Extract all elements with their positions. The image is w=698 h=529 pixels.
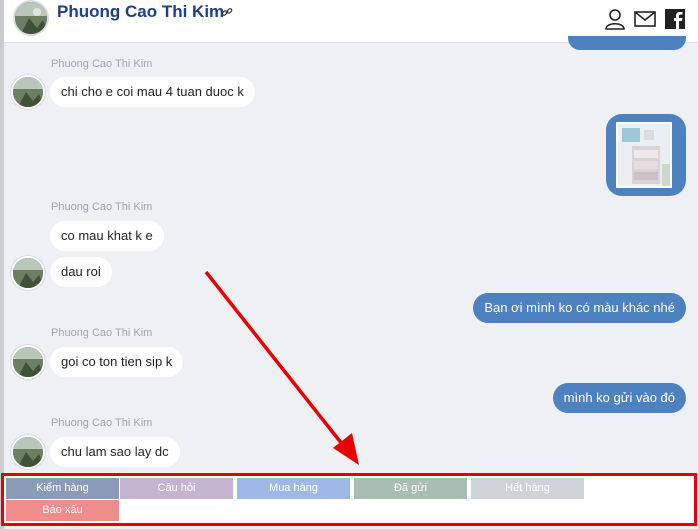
outgoing-message: mình ko gửi vào đó bbox=[552, 383, 686, 413]
incoming-message: dau roi bbox=[50, 257, 112, 287]
avatar[interactable] bbox=[11, 75, 45, 109]
product-photo-thumbnail[interactable] bbox=[616, 122, 672, 188]
left-scroll-strip bbox=[0, 0, 4, 529]
avatar[interactable] bbox=[11, 345, 45, 379]
link-icon[interactable] bbox=[221, 6, 233, 18]
incoming-message: co mau khat k e bbox=[50, 221, 164, 251]
quick-button-het-hang[interactable]: Hết hàng bbox=[471, 478, 584, 499]
outgoing-message: Bạn ơi mình ko có màu khác nhé bbox=[473, 293, 686, 323]
avatar[interactable] bbox=[11, 435, 45, 469]
user-icon[interactable] bbox=[604, 8, 626, 30]
header-avatar[interactable] bbox=[13, 0, 49, 36]
quick-button-kiem-hang[interactable]: Kiểm hàng bbox=[6, 478, 119, 499]
previous-outgoing-bubble bbox=[568, 36, 686, 50]
quick-button-mua-hang[interactable]: Mua hàng bbox=[237, 478, 350, 499]
incoming-message: chu lam sao lay dc bbox=[50, 437, 180, 467]
quick-reply-button-area: Kiểm hàng Câu hỏi Mua hàng Đã gửi Hết hà… bbox=[1, 473, 697, 526]
outgoing-image-message[interactable] bbox=[606, 114, 686, 196]
quick-button-cau-hoi[interactable]: Câu hỏi bbox=[120, 478, 233, 499]
contact-name[interactable]: Phuong Cao Thi Kim bbox=[57, 2, 224, 22]
quick-button-bao-xau[interactable]: Báo xấu bbox=[6, 500, 119, 521]
facebook-icon[interactable] bbox=[664, 8, 686, 30]
sender-label: Phuong Cao Thi Kim bbox=[51, 58, 153, 70]
sender-label: Phuong Cao Thi Kim bbox=[51, 417, 153, 429]
sender-label: Phuong Cao Thi Kim bbox=[51, 201, 153, 213]
avatar[interactable] bbox=[11, 256, 45, 290]
incoming-message: goi co ton tien sip k bbox=[50, 347, 184, 377]
sender-label: Phuong Cao Thi Kim bbox=[51, 327, 153, 339]
chat-page: Phuong Cao Thi Kim Phuong Cao Thi Kim ch… bbox=[0, 0, 698, 529]
mail-icon[interactable] bbox=[634, 8, 656, 30]
incoming-message: chi cho e coi mau 4 tuan duoc k bbox=[50, 77, 255, 107]
quick-button-da-gui[interactable]: Đã gửi bbox=[354, 478, 467, 499]
